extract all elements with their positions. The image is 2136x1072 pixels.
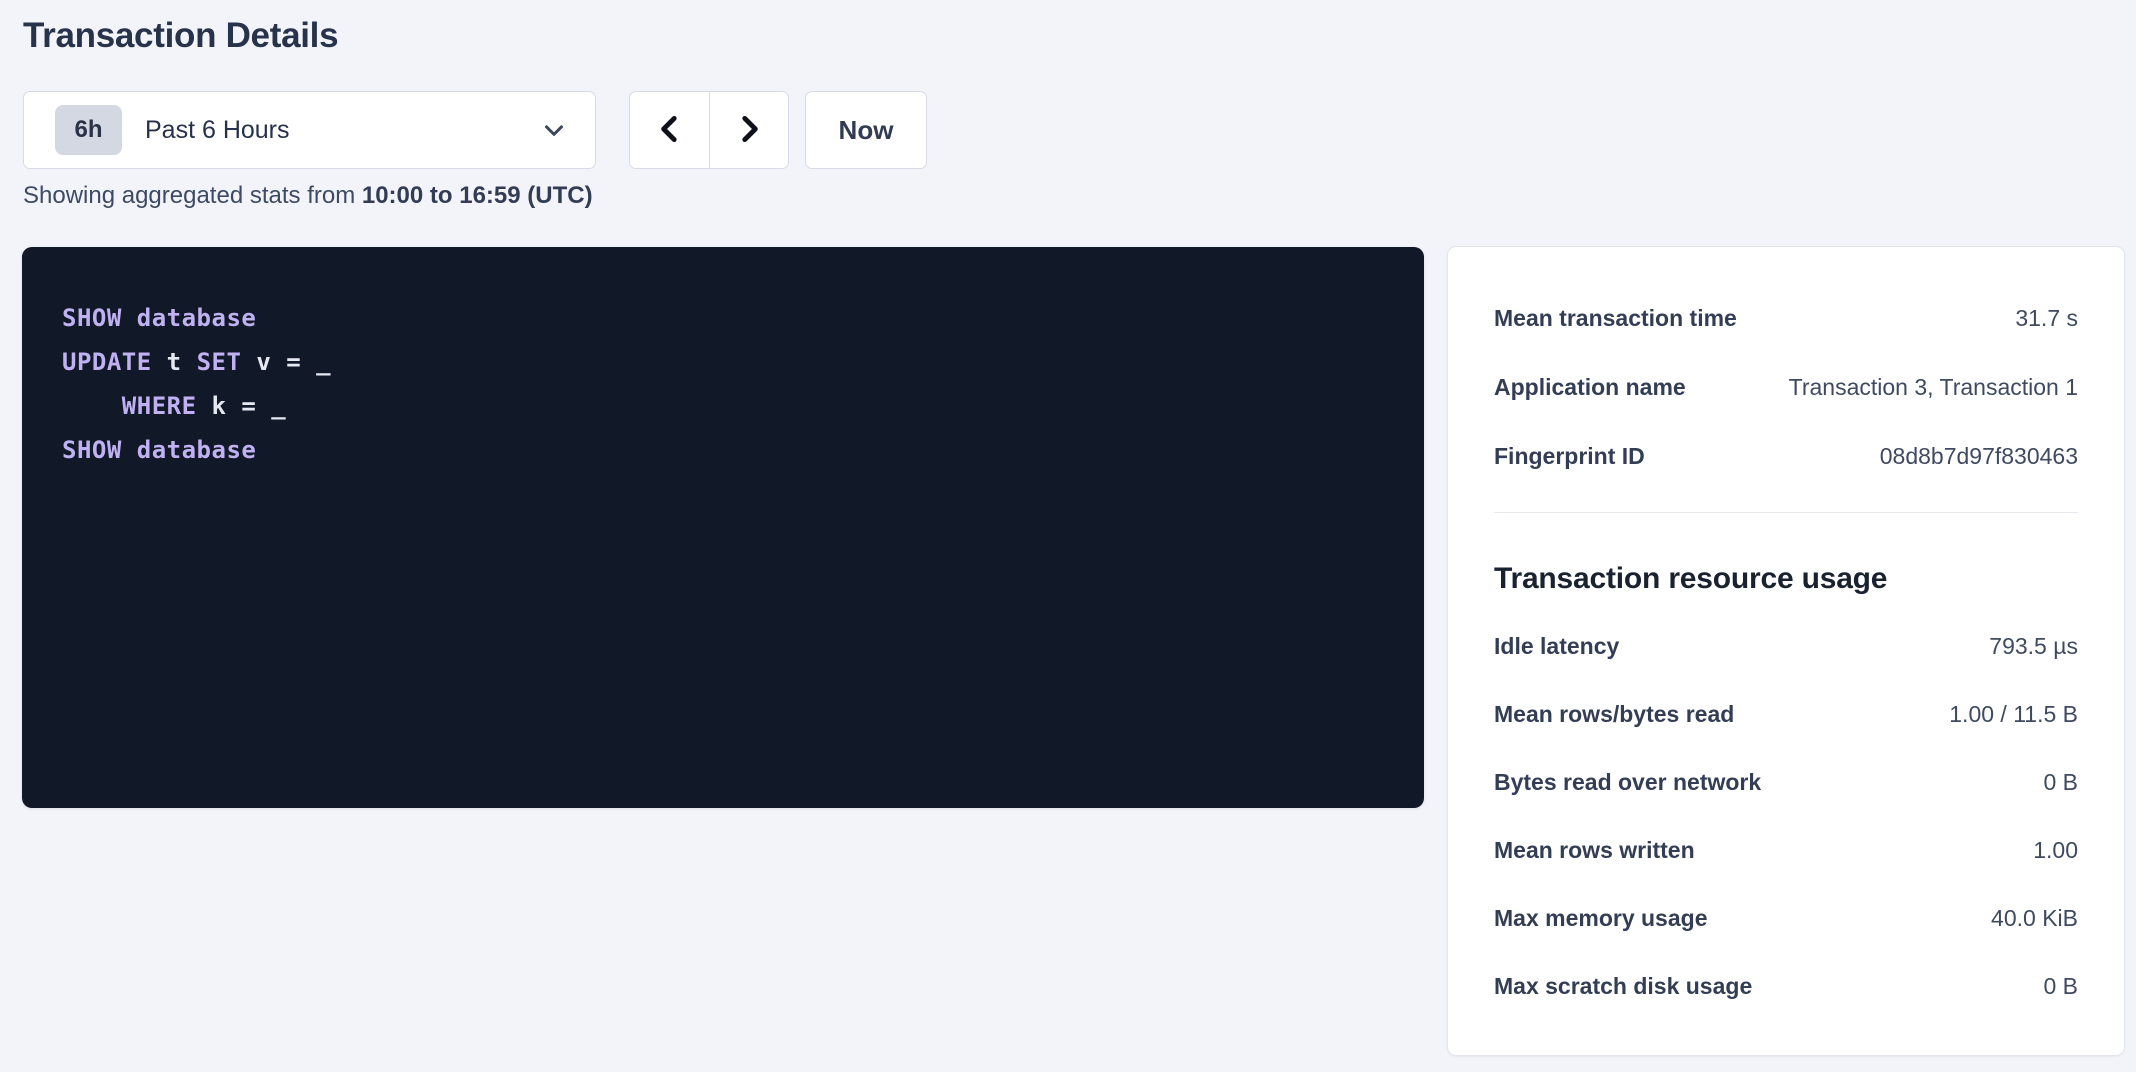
sql-token-keyword: database <box>137 304 257 332</box>
transaction-summary-card: Mean transaction time 31.7 s Application n… <box>1447 246 2125 1056</box>
stat-label: Mean transaction time <box>1494 303 1737 334</box>
stat-row: Application name Transaction 3, Transacti… <box>1494 372 2078 403</box>
aggregation-range-text: Showing aggregated stats from 10:00 to 1… <box>23 182 593 210</box>
stat-value: 31.7 s <box>2015 303 2078 334</box>
next-interval-button[interactable] <box>709 92 788 168</box>
chevron-left-icon <box>653 112 687 149</box>
stat-label: Idle latency <box>1494 631 1619 662</box>
stat-row: Max memory usage 40.0 KiB <box>1494 903 2078 934</box>
aggregation-range-bold: 10:00 to 16:59 (UTC) <box>362 182 593 209</box>
card-divider <box>1494 512 2078 513</box>
time-interval-dropdown[interactable]: 6h Past 6 Hours <box>23 91 596 169</box>
resource-rows: Idle latency 793.5 µs Mean rows/bytes read… <box>1494 631 2078 1002</box>
interval-badge: 6h <box>55 105 122 155</box>
stat-value: Transaction 3, Transaction 1 <box>1789 372 2078 403</box>
now-button[interactable]: Now <box>805 91 927 169</box>
prev-interval-button[interactable] <box>630 92 709 168</box>
sql-token-keyword: WHERE <box>122 392 197 420</box>
stat-value: 793.5 µs <box>1989 631 2078 662</box>
sql-token-keyword: database <box>137 436 257 464</box>
stat-value: 0 B <box>2043 767 2078 798</box>
stat-value: 1.00 / 11.5 B <box>1949 699 2078 730</box>
stat-row: Fingerprint ID 08d8b7d97f830463 <box>1494 441 2078 472</box>
sql-line: WHERE k = _ <box>62 384 1384 428</box>
resource-usage-heading: Transaction resource usage <box>1494 559 2078 599</box>
stat-label: Max scratch disk usage <box>1494 971 1752 1002</box>
stat-label: Application name <box>1494 372 1686 403</box>
stat-value: 0 B <box>2043 971 2078 1002</box>
sql-token-keyword: SHOW <box>62 436 122 464</box>
chevron-right-icon <box>732 112 766 149</box>
sql-line: SHOW database <box>62 296 1384 340</box>
sql-line: SHOW database <box>62 428 1384 472</box>
sql-token-plain <box>62 392 122 420</box>
stat-label: Fingerprint ID <box>1494 441 1645 472</box>
sql-statement-box: SHOW databaseUPDATE t SET v = _ WHERE k … <box>22 247 1424 808</box>
interval-label: Past 6 Hours <box>145 116 290 145</box>
sql-token-keyword: UPDATE <box>62 348 152 376</box>
time-controls: 6h Past 6 Hours <box>23 91 927 169</box>
sql-token-plain: v = _ <box>241 348 331 376</box>
sql-token-plain <box>122 304 137 332</box>
stat-row: Bytes read over network 0 B <box>1494 767 2078 798</box>
sql-line: UPDATE t SET v = _ <box>62 340 1384 384</box>
stat-row: Max scratch disk usage 0 B <box>1494 971 2078 1002</box>
page-title: Transaction Details <box>23 16 338 56</box>
aggregation-range-prefix: Showing aggregated stats from <box>23 182 362 209</box>
sql-token-plain: t <box>152 348 197 376</box>
stat-value: 40.0 KiB <box>1991 903 2078 934</box>
stat-label: Bytes read over network <box>1494 767 1761 798</box>
stat-row: Mean rows/bytes read 1.00 / 11.5 B <box>1494 699 2078 730</box>
stat-label: Max memory usage <box>1494 903 1707 934</box>
stat-row: Mean transaction time 31.7 s <box>1494 303 2078 334</box>
sql-token-plain <box>122 436 137 464</box>
sql-code: SHOW databaseUPDATE t SET v = _ WHERE k … <box>62 296 1384 472</box>
stat-row: Idle latency 793.5 µs <box>1494 631 2078 662</box>
stat-row: Mean rows written 1.00 <box>1494 835 2078 866</box>
interval-nav-group <box>629 91 789 169</box>
chevron-down-icon <box>539 115 569 145</box>
sql-token-keyword: SET <box>197 348 242 376</box>
sql-token-plain: k = _ <box>197 392 287 420</box>
stat-label: Mean rows written <box>1494 835 1695 866</box>
stat-label: Mean rows/bytes read <box>1494 699 1734 730</box>
stat-value: 1.00 <box>2033 835 2078 866</box>
stat-value: 08d8b7d97f830463 <box>1880 441 2078 472</box>
sql-token-keyword: SHOW <box>62 304 122 332</box>
overview-rows: Mean transaction time 31.7 s Application n… <box>1494 303 2078 472</box>
